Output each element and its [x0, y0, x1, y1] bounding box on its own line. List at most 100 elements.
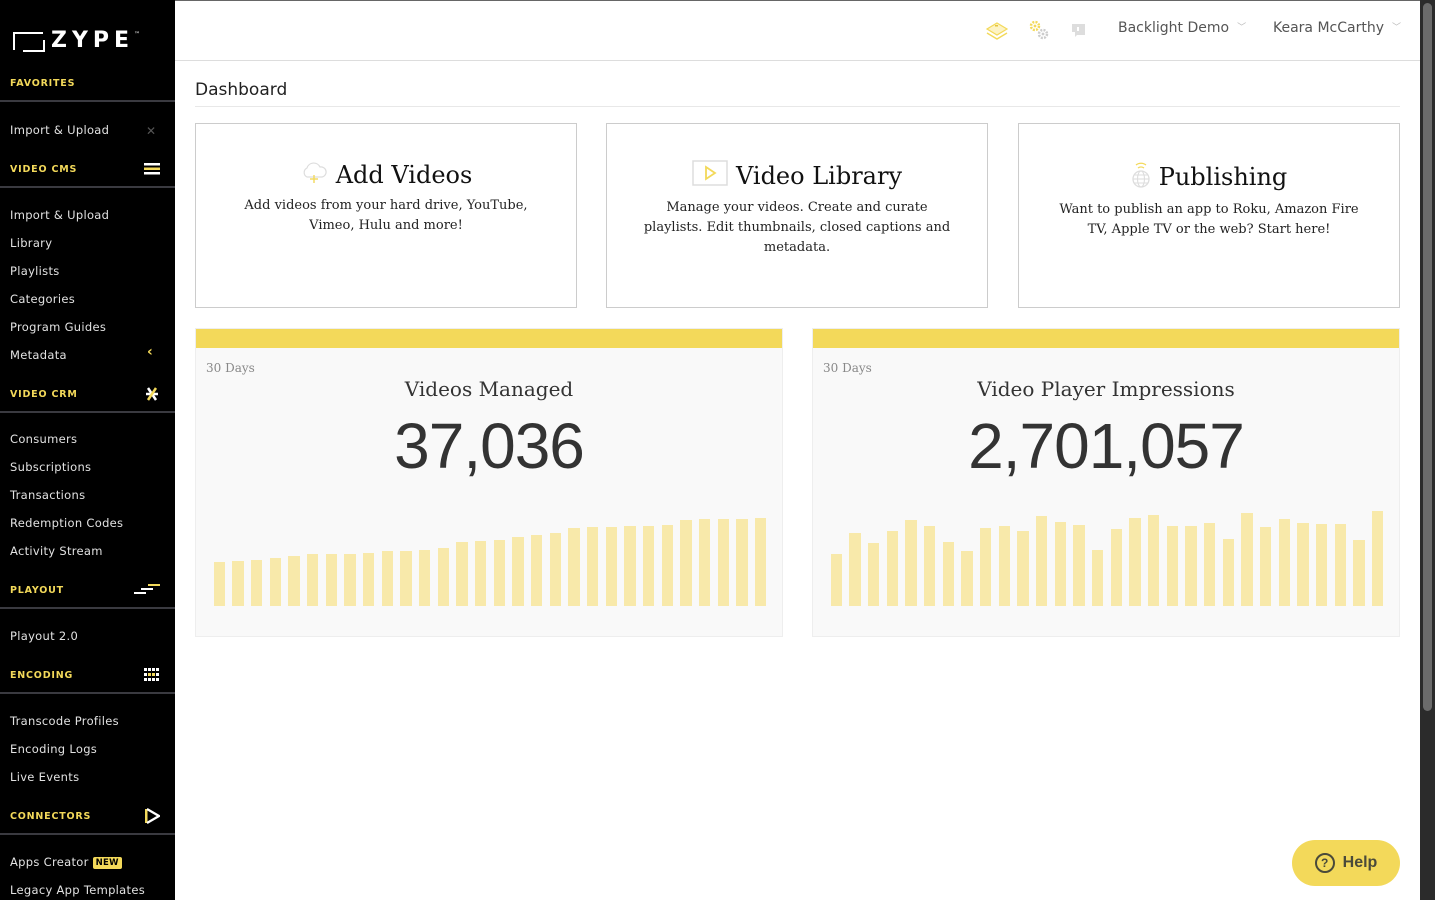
chart-bar [661, 525, 674, 606]
stat-value: 2,701,057 [968, 410, 1245, 482]
grid-dots-icon [144, 667, 160, 683]
section-video-crm[interactable]: VIDEO CRM [0, 377, 175, 413]
help-button[interactable]: ? Help [1292, 840, 1400, 886]
sidebar-item-transactions[interactable]: Transactions [10, 488, 85, 502]
card-title: Publishing [1158, 163, 1288, 191]
chart-bar [961, 551, 973, 606]
new-badge: NEW [92, 857, 122, 869]
section-favorites[interactable]: FAVORITES [0, 66, 175, 102]
account-name: Backlight Demo [1118, 20, 1230, 36]
chevron-down-icon: ﹀ [1392, 23, 1402, 33]
divider [195, 106, 1400, 107]
chart-bar [381, 551, 394, 606]
play-triangle-icon [144, 808, 160, 824]
videos-managed-chart [210, 506, 770, 606]
stat-period: 30 Days [823, 361, 872, 375]
sidebar-item-consumers[interactable]: Consumers [10, 432, 77, 446]
chart-bar [400, 551, 412, 606]
stacked-bars-icon [144, 161, 160, 177]
chart-bar [306, 554, 319, 606]
section-label: CONNECTORS [10, 810, 92, 822]
chart-bar [1353, 540, 1365, 606]
publishing-card[interactable]: Publishing Want to publish an app to Rok… [1018, 123, 1400, 308]
section-label: PLAYOUT [10, 584, 64, 596]
chart-bar [1315, 524, 1328, 606]
chart-bar [1371, 511, 1384, 606]
section-playout[interactable]: PLAYOUT [0, 573, 175, 609]
sidebar-item-library[interactable]: Library [10, 236, 52, 250]
chart-bar [269, 558, 282, 606]
stat-label: Video Player Impressions [977, 377, 1235, 401]
chart-bar [998, 526, 1011, 606]
video-play-icon [692, 160, 728, 192]
chart-bar [717, 519, 730, 606]
add-videos-card[interactable]: Add Videos Add videos from your hard dri… [195, 123, 577, 308]
account-dropdown[interactable]: Backlight Demo ﹀ [1118, 20, 1246, 36]
close-icon[interactable]: ✕ [146, 124, 156, 138]
chart-bar [232, 561, 244, 606]
sidebar-item-subscriptions[interactable]: Subscriptions [10, 460, 91, 474]
chart-bar [1166, 526, 1179, 606]
logo-text: ZYPE [51, 28, 135, 53]
sidebar-item-metadata[interactable]: Metadata [10, 348, 67, 362]
sidebar-item-legacy-app-templates[interactable]: Legacy App Templates [10, 883, 145, 897]
chart-bar [1017, 531, 1029, 606]
card-description: Manage your videos. Create and curate pl… [643, 200, 951, 255]
chart-bar [288, 556, 300, 606]
chart-bar [474, 541, 487, 606]
sidebar-item-playlists[interactable]: Playlists [10, 264, 60, 278]
card-description: Want to publish an app to Roku, Amazon F… [1059, 202, 1359, 237]
chart-bar [942, 542, 955, 606]
chart-bar [512, 537, 524, 606]
section-encoding[interactable]: ENCODING [0, 658, 175, 694]
chart-bar [1334, 524, 1347, 606]
globe-signal-icon [1131, 160, 1151, 194]
user-dropdown[interactable]: Keara McCarthy ﹀ [1273, 20, 1401, 36]
section-video-cms[interactable]: VIDEO CMS [0, 152, 175, 188]
stat-value: 37,036 [394, 410, 585, 482]
chart-bar [549, 533, 562, 606]
sidebar-item-encoding-logs[interactable]: Encoding Logs [10, 742, 97, 756]
chart-bar [642, 526, 655, 606]
sidebar-item-activity-stream[interactable]: Activity Stream [10, 544, 103, 558]
chart-bar [923, 526, 936, 606]
video-library-card[interactable]: Video Library Manage your videos. Create… [606, 123, 988, 308]
chart-bar [867, 543, 880, 606]
chart-bar [979, 528, 992, 606]
chart-bar [736, 519, 748, 606]
sidebar-item-categories[interactable]: Categories [10, 292, 75, 306]
card-title: Add Videos [335, 161, 473, 189]
user-name: Keara McCarthy [1273, 20, 1384, 36]
sidebar-item-import-upload[interactable]: Import & Upload [10, 208, 109, 222]
chevron-left-icon[interactable]: ‹ [147, 344, 153, 360]
sidebar-item-apps-creator[interactable]: Apps Creator NEW [10, 855, 122, 869]
gears-icon[interactable] [1027, 19, 1049, 41]
chart-bar [250, 560, 263, 606]
sidebar-item-transcode-profiles[interactable]: Transcode Profiles [10, 714, 119, 728]
sidebar-item-live-events[interactable]: Live Events [10, 770, 79, 784]
chart-bar [1091, 550, 1104, 606]
favorite-import-upload[interactable]: Import & Upload [10, 123, 109, 137]
videos-managed-panel: 30 Days Videos Managed 37,036 [195, 328, 783, 637]
section-label: VIDEO CRM [10, 388, 78, 400]
asterisk-icon [144, 386, 160, 402]
section-label: FAVORITES [10, 77, 76, 89]
chart-bar [1241, 513, 1253, 606]
sidebar-item-playout-2[interactable]: Playout 2.0 [10, 629, 78, 643]
logo-mark-icon [13, 32, 45, 52]
scrollbar-thumb[interactable] [1423, 3, 1432, 711]
video-player-impressions-panel: 30 Days Video Player Impressions 2,701,0… [812, 328, 1400, 637]
stair-lines-icon [134, 582, 160, 598]
layers-icon[interactable] [985, 19, 1009, 41]
sidebar-item-program-guides[interactable]: Program Guides [10, 320, 106, 334]
zype-logo[interactable]: ZYPE ™ [13, 28, 140, 53]
section-connectors[interactable]: CONNECTORS [0, 799, 175, 835]
chart-bar [437, 548, 450, 606]
chart-bar [624, 526, 636, 606]
chart-bar [1222, 539, 1235, 606]
card-description: Add videos from your hard drive, YouTube… [244, 198, 528, 233]
flag-icon[interactable] [1068, 19, 1090, 41]
chart-bar [698, 519, 711, 606]
sidebar-item-redemption-codes[interactable]: Redemption Codes [10, 516, 123, 530]
chart-bar [830, 554, 843, 606]
